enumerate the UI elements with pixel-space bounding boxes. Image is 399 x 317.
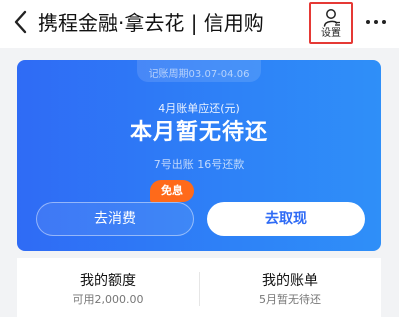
- top-bar: 携程金融·拿去花 | 信用购 设置: [0, 0, 399, 48]
- summary-section: 我的额度 可用2,000.00 我的账单 5月暂无待还: [0, 258, 399, 317]
- interest-free-badge: 免息: [150, 180, 194, 202]
- go-consume-button[interactable]: 去消费: [36, 202, 194, 236]
- back-chevron-icon[interactable]: [10, 8, 32, 36]
- settings-label: 设置: [321, 28, 341, 39]
- my-quota-value: 可用2,000.00: [72, 293, 144, 306]
- statement-repayment-dates: 7号出账 16号还款: [153, 158, 245, 171]
- my-quota-item[interactable]: 我的额度 可用2,000.00: [17, 258, 199, 317]
- bill-status: 本月暂无待还: [129, 120, 268, 145]
- my-bill-item[interactable]: 我的账单 5月暂无待还: [199, 258, 381, 317]
- my-quota-title: 我的额度: [80, 273, 136, 289]
- my-bill-title: 我的账单: [262, 273, 318, 289]
- billing-period-text: 记账周期03.07-04.06: [148, 69, 250, 80]
- more-dots-icon[interactable]: [364, 12, 388, 32]
- page-title: 携程金融·拿去花 | 信用购: [38, 11, 264, 35]
- billing-period-pill: 记账周期03.07-04.06: [137, 60, 261, 82]
- user-settings-icon: [323, 9, 340, 27]
- go-withdraw-button[interactable]: 去取现: [207, 202, 365, 236]
- bill-card: 记账周期03.07-04.06 4月账单应还(元) 本月暂无待还 7号出账 16…: [17, 60, 381, 251]
- my-bill-value: 5月暂无待还: [259, 293, 321, 306]
- settings-button[interactable]: 设置: [309, 2, 353, 44]
- summary-card: 我的额度 可用2,000.00 我的账单 5月暂无待还: [17, 258, 381, 317]
- bill-amount-label: 4月账单应还(元): [158, 102, 240, 115]
